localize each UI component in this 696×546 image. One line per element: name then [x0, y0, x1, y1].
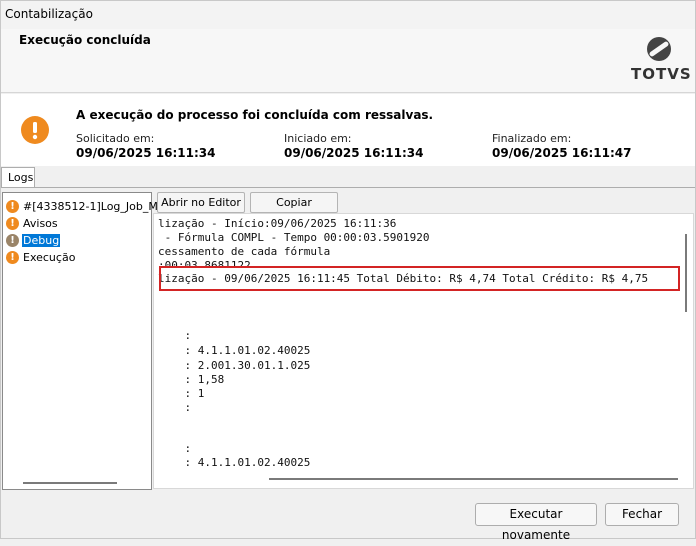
finished-label: Finalizado em: [492, 132, 572, 145]
requested-value: 09/06/2025 16:11:34 [76, 146, 216, 160]
log-line: cessamento de cada fórmula [158, 245, 331, 258]
copy-button[interactable]: Copiar [250, 192, 338, 213]
log-line: : [158, 442, 192, 455]
log-line: : [158, 329, 192, 342]
warning-icon [21, 116, 49, 144]
tab-logs[interactable]: Logs [1, 167, 35, 188]
tree-item-label: Debug [22, 233, 61, 247]
warning-icon: ! [6, 216, 19, 230]
dialog-header: Execução concluída TOTVS [1, 29, 695, 93]
status-message: A execução do processo foi concluída com… [76, 108, 434, 122]
totvs-logo-icon [647, 37, 671, 61]
window-title: Contabilização [5, 7, 93, 21]
warning-icon: ! [6, 250, 19, 264]
finished-value: 09/06/2025 16:11:47 [492, 146, 632, 160]
requested-label: Solicitado em: [76, 132, 155, 145]
requested-field: Solicitado em: 09/06/2025 16:11:34 [76, 132, 215, 160]
started-label: Iniciado em: [284, 132, 352, 145]
tree-item-debug[interactable]: ! Debug [6, 232, 61, 248]
tree-item-label: Execução [23, 250, 76, 264]
log-tree[interactable]: ! #[4338512-1]Log_Job_Mo ! Avisos ! Debu… [2, 192, 165, 490]
tree-horizontal-scrollbar[interactable] [23, 482, 117, 484]
started-field: Iniciado em: 09/06/2025 16:11:34 [284, 132, 423, 160]
warning-icon: ! [6, 233, 19, 247]
finished-field: Finalizado em: 09/06/2025 16:11:47 [492, 132, 631, 160]
tree-item-avisos[interactable]: ! Avisos [6, 215, 59, 231]
log-text-area[interactable]: lização - Início:09/06/2025 16:11:36 - F… [153, 213, 694, 489]
highlight-box [159, 266, 680, 291]
tree-item-job-log[interactable]: ! #[4338512-1]Log_Job_Mo [6, 198, 166, 214]
log-line: : 1 [158, 387, 205, 400]
log-line: lização - Início:09/06/2025 16:11:36 [158, 217, 397, 230]
totvs-logo: TOTVS [631, 35, 692, 87]
open-in-editor-button[interactable]: Abrir no Editor [157, 192, 245, 213]
dialog-window: Contabilização Execução concluída TOTVS … [0, 0, 696, 542]
logs-panel: ! #[4338512-1]Log_Job_Mo ! Avisos ! Debu… [1, 187, 695, 490]
tree-item-execucao[interactable]: ! Execução [6, 249, 76, 265]
close-button[interactable]: Fechar [605, 503, 679, 526]
log-line: : 1,58 [158, 373, 225, 386]
logo-text: TOTVS [631, 65, 692, 83]
tree-item-label: Avisos [23, 216, 58, 230]
title-bar[interactable]: Contabilização [1, 1, 695, 29]
log-vertical-scrollbar[interactable] [685, 234, 687, 312]
warning-icon: ! [6, 199, 19, 213]
log-line: : 4.1.1.01.02.40025 [158, 456, 311, 469]
started-value: 09/06/2025 16:11:34 [284, 146, 424, 160]
tree-item-label: #[4338512-1]Log_Job_Mo [23, 199, 165, 213]
log-line: - Fórmula COMPL - Tempo 00:00:03.5901920 [158, 231, 430, 244]
log-line: : [158, 401, 192, 414]
log-line: : 4.1.1.01.02.40025 [158, 344, 311, 357]
log-line: : 2.001.30.01.1.025 [158, 359, 311, 372]
status-panel: A execução do processo foi concluída com… [1, 94, 695, 166]
log-horizontal-scrollbar[interactable] [269, 478, 678, 480]
run-again-button[interactable]: Executar novamente [475, 503, 597, 542]
dialog-subtitle: Execução concluída [19, 33, 151, 47]
